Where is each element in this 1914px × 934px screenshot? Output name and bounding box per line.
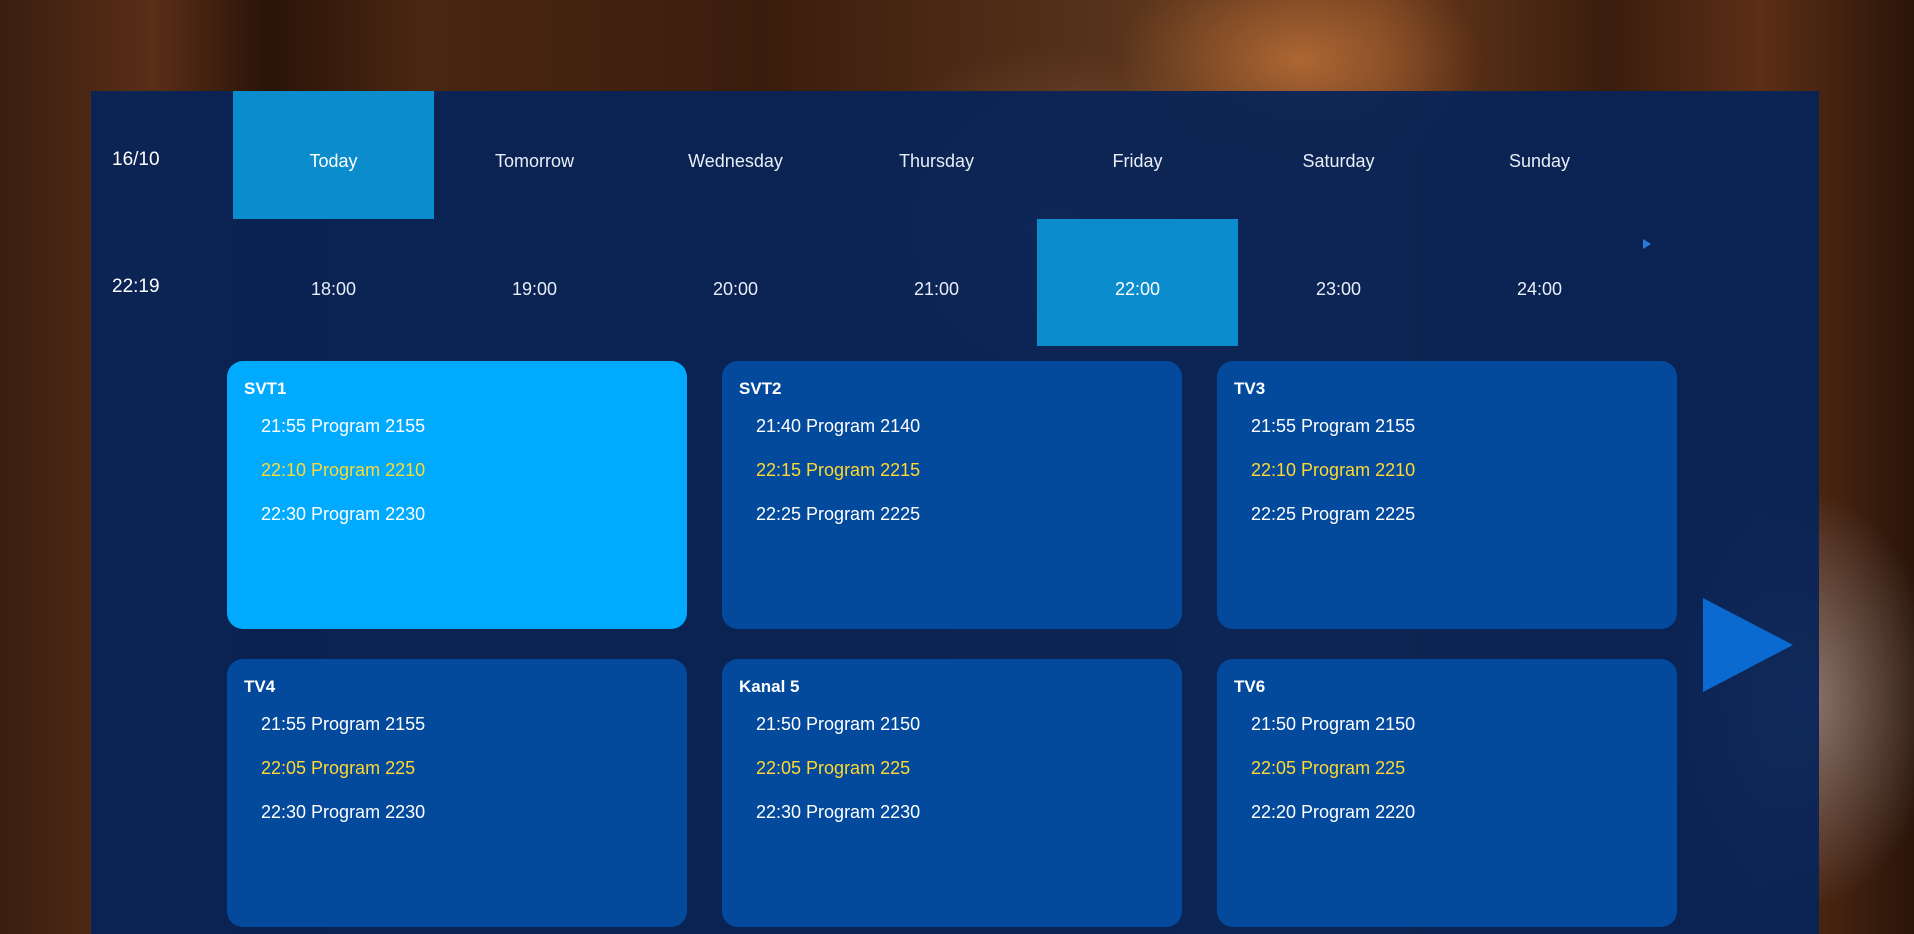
- hour-tab-18[interactable]: 18:00: [233, 219, 434, 346]
- day-tab-thursday[interactable]: Thursday: [836, 91, 1037, 219]
- program-item-current[interactable]: 22:05 Program 225: [756, 758, 910, 779]
- current-time: 22:19: [112, 276, 160, 297]
- channel-card-tv6[interactable]: TV6 21:50 Program 2150 22:05 Program 225…: [1217, 659, 1677, 927]
- day-tab-friday[interactable]: Friday: [1037, 91, 1238, 219]
- channel-name: TV3: [1234, 379, 1266, 398]
- program-item[interactable]: 21:50 Program 2150: [756, 714, 920, 735]
- program-item[interactable]: 21:40 Program 2140: [756, 416, 920, 437]
- hour-tab-23[interactable]: 23:00: [1238, 219, 1439, 346]
- channel-card-tv4[interactable]: TV4 21:55 Program 2155 22:05 Program 225…: [227, 659, 687, 927]
- program-item-current[interactable]: 22:10 Program 2210: [1251, 460, 1415, 481]
- program-item[interactable]: 21:55 Program 2155: [261, 714, 425, 735]
- channel-name: TV6: [1234, 677, 1266, 696]
- program-item[interactable]: 21:50 Program 2150: [1251, 714, 1415, 735]
- hour-tab-24[interactable]: 24:00: [1439, 219, 1640, 346]
- day-tab-sunday[interactable]: Sunday: [1439, 91, 1640, 219]
- channel-name: Kanal 5: [739, 677, 800, 696]
- program-item[interactable]: 21:55 Program 2155: [261, 416, 425, 437]
- program-item-current[interactable]: 22:10 Program 2210: [261, 460, 425, 481]
- day-tab-wednesday[interactable]: Wednesday: [635, 91, 836, 219]
- program-item-current[interactable]: 22:05 Program 225: [261, 758, 415, 779]
- channel-card-kanal5[interactable]: Kanal 5 21:50 Program 2150 22:05 Program…: [722, 659, 1182, 927]
- program-item[interactable]: 22:30 Program 2230: [261, 802, 425, 823]
- hour-tab-21[interactable]: 21:00: [836, 219, 1037, 346]
- channel-name: SVT1: [244, 379, 287, 398]
- program-item[interactable]: 22:30 Program 2230: [261, 504, 425, 525]
- program-item[interactable]: 21:55 Program 2155: [1251, 416, 1415, 437]
- program-item-current[interactable]: 22:05 Program 225: [1251, 758, 1405, 779]
- hour-tab-20[interactable]: 20:00: [635, 219, 836, 346]
- day-tab-saturday[interactable]: Saturday: [1238, 91, 1439, 219]
- program-item[interactable]: 22:25 Program 2225: [1251, 504, 1415, 525]
- hour-tab-19[interactable]: 19:00: [434, 219, 635, 346]
- program-item[interactable]: 22:20 Program 2220: [1251, 802, 1415, 823]
- program-item-current[interactable]: 22:15 Program 2215: [756, 460, 920, 481]
- day-tab-tomorrow[interactable]: Tomorrow: [434, 91, 635, 219]
- channel-name: SVT2: [739, 379, 782, 398]
- channel-card-svt1[interactable]: SVT1 21:55 Program 2155 22:10 Program 22…: [227, 361, 687, 629]
- day-tab-today[interactable]: Today: [233, 91, 434, 219]
- hour-tab-22[interactable]: 22:00: [1037, 219, 1238, 346]
- channel-card-svt2[interactable]: SVT2 21:40 Program 2140 22:15 Program 22…: [722, 361, 1182, 629]
- program-item[interactable]: 22:30 Program 2230: [756, 802, 920, 823]
- channel-name: TV4: [244, 677, 276, 696]
- hours-scroll-right-icon[interactable]: [1643, 239, 1651, 249]
- next-page-arrow-icon[interactable]: [1703, 598, 1793, 692]
- current-date: 16/10: [112, 149, 160, 170]
- channel-card-tv3[interactable]: TV3 21:55 Program 2155 22:10 Program 221…: [1217, 361, 1677, 629]
- program-item[interactable]: 22:25 Program 2225: [756, 504, 920, 525]
